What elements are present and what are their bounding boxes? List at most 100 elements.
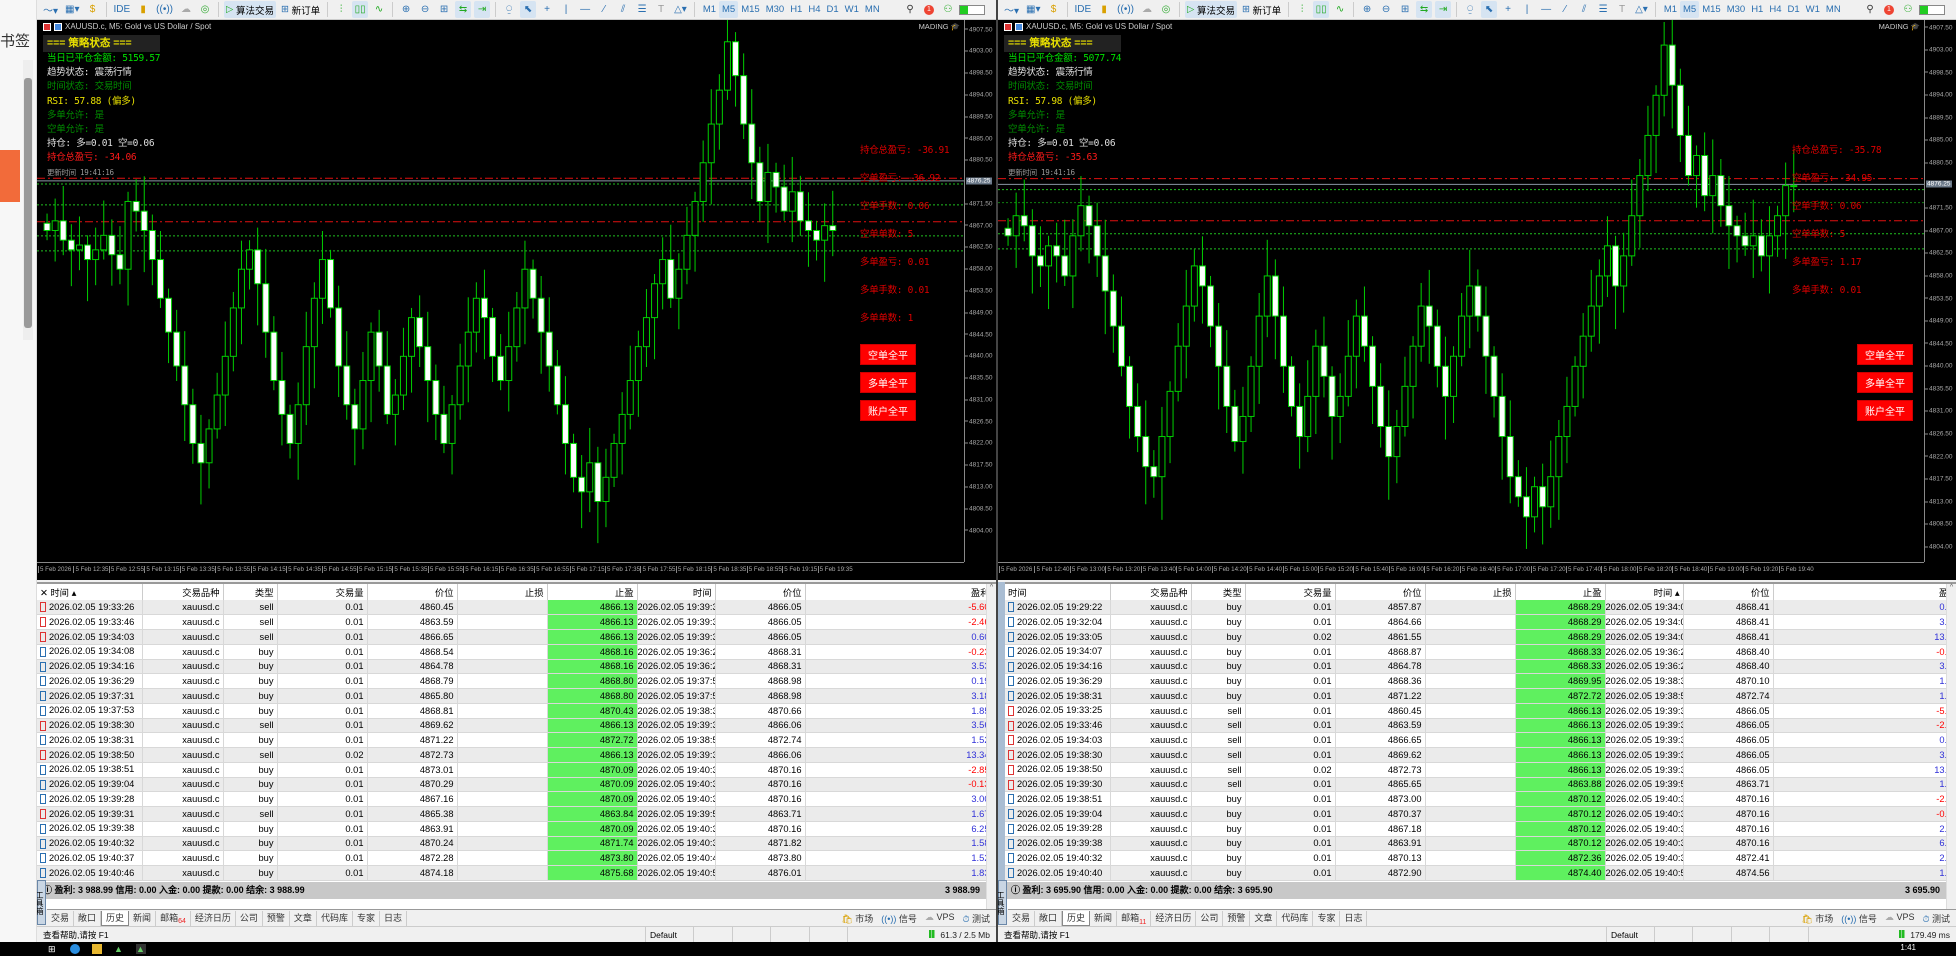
cloud-icon[interactable]: ☁ (178, 1, 194, 18)
tab-1[interactable]: 敞口 (74, 910, 102, 926)
column-header[interactable]: 价位 (1683, 584, 1774, 600)
horizontal-line-icon[interactable]: — (1538, 1, 1554, 18)
line-icon[interactable]: ∿ (371, 1, 387, 18)
vertical-line-icon[interactable]: | (558, 1, 574, 18)
grid-icon[interactable]: ⊞ (436, 1, 452, 18)
metatrader-icon-active[interactable]: ▲ (136, 944, 146, 954)
table-row[interactable]: 2026.02.05 19:39:38 xauusd.c buy 0.01 4863.9… (37, 821, 994, 837)
column-header[interactable]: 类型 (223, 584, 278, 600)
timeframe-h4[interactable]: H4 (1766, 1, 1784, 18)
table-row[interactable]: 2026.02.05 19:37:31 xauusd.c buy 0.01 4865.8… (37, 688, 994, 704)
search-icon[interactable]: ⚲ (1862, 1, 1878, 18)
table-row[interactable]: 2026.02.05 19:34:03 xauusd.c sell 0.01 4866.… (1005, 732, 1956, 748)
autoscroll-icon[interactable]: ⇆ (455, 1, 472, 18)
price-chart[interactable]: XAUUSD.c, M5: Gold vs US Dollar / Spot M… (998, 20, 1956, 580)
timeframe-d1[interactable]: D1 (1785, 1, 1803, 18)
close-all-long-button[interactable]: 多单全平 (1857, 372, 1913, 393)
timeframe-m15[interactable]: M15 (1699, 1, 1723, 18)
table-row[interactable]: 2026.02.05 19:37:53 xauusd.c buy 0.01 4868.8… (37, 703, 994, 719)
table-row[interactable]: 2026.02.05 19:39:38 xauusd.c buy 0.01 4863.9… (1005, 836, 1956, 852)
connection-status[interactable]: 179.49 ms (1899, 927, 1950, 942)
windows-start-icon[interactable]: ⊞ (48, 944, 58, 954)
table-row[interactable]: 2026.02.05 19:38:50 xauusd.c sell 0.02 4872.… (1005, 762, 1956, 778)
line-chart-icon[interactable]: 〜▾ (41, 1, 60, 18)
toolbox-link-0[interactable]: 🛍 市场 (1801, 912, 1833, 925)
column-header[interactable]: 时间 ▴ (1605, 584, 1684, 600)
toolbox-link-0[interactable]: 🛍 市场 (841, 912, 873, 925)
table-scrollbar[interactable]: ^ (1946, 584, 1956, 909)
indicators-icon[interactable]: ⍜ (501, 1, 517, 18)
table-row[interactable]: 2026.02.05 19:38:30 xauusd.c sell 0.01 4869.… (1005, 747, 1956, 763)
ide-button[interactable]: IDE (112, 1, 133, 18)
table-row[interactable]: 2026.02.05 19:39:31 xauusd.c sell 0.01 4865.… (37, 806, 994, 822)
chart-template-icon[interactable]: ▦▾ (63, 1, 81, 18)
search-icon[interactable]: ⚲ (902, 1, 918, 18)
table-row[interactable]: 2026.02.05 19:39:30 xauusd.c sell 0.01 4865.… (1005, 777, 1956, 793)
close-all-short-button[interactable]: 空单全平 (1857, 344, 1913, 365)
vertical-line-icon[interactable]: | (1519, 1, 1535, 18)
zoom-out-icon[interactable]: ⊖ (417, 1, 433, 18)
edge-icon[interactable] (70, 944, 80, 954)
timeframe-h1[interactable]: H1 (1748, 1, 1766, 18)
timeframe-w1[interactable]: W1 (1803, 1, 1823, 18)
timeframe-w1[interactable]: W1 (842, 1, 862, 18)
column-header[interactable]: 交易品种 (142, 584, 224, 600)
zoom-in-icon[interactable]: ⊕ (1359, 1, 1375, 18)
table-row[interactable]: 2026.02.05 19:38:51 xauusd.c buy 0.01 4873.0… (37, 762, 994, 778)
timeframe-h4[interactable]: H4 (805, 1, 823, 18)
table-row[interactable]: 2026.02.05 19:38:30 xauusd.c sell 0.01 4869.… (37, 718, 994, 734)
timeframe-m1[interactable]: M1 (700, 1, 719, 18)
table-row[interactable]: 2026.02.05 19:38:31 xauusd.c buy 0.01 4871.2… (37, 732, 994, 748)
table-row[interactable]: 2026.02.05 19:34:07 xauusd.c buy 0.01 4868.8… (1005, 644, 1956, 660)
toolbox-link-2[interactable]: ☁ VPS (925, 912, 955, 925)
table-row[interactable]: 2026.02.05 19:34:16 xauusd.c buy 0.01 4864.7… (37, 659, 994, 675)
table-row[interactable]: 2026.02.05 19:33:25 xauusd.c sell 0.01 4860.… (1005, 703, 1956, 719)
bar-chart-icon[interactable]: ⫶ (1294, 1, 1310, 18)
tab-7[interactable]: 预警 (263, 910, 290, 926)
dollar-icon[interactable]: $ (85, 1, 101, 18)
tab-11[interactable]: 日志 (380, 910, 407, 926)
tab-5[interactable]: 经济日历 (1151, 910, 1197, 926)
table-row[interactable]: 2026.02.05 19:34:08 xauusd.c buy 0.01 4868.5… (37, 644, 994, 660)
autoscroll-icon[interactable]: ⇆ (1416, 1, 1433, 18)
tab-9[interactable]: 代码库 (1277, 910, 1314, 926)
table-row[interactable]: 2026.02.05 19:29:22 xauusd.c buy 0.01 4857.8… (1005, 600, 1956, 616)
table-row[interactable]: 2026.02.05 19:38:50 xauusd.c sell 0.02 4872.… (37, 747, 994, 763)
column-header[interactable]: 盈利 (805, 584, 994, 600)
tab-6[interactable]: 公司 (236, 910, 263, 926)
clock[interactable]: 1:41 (1900, 943, 1916, 952)
bag-icon[interactable]: ▮ (1096, 1, 1112, 18)
algo-trading-button[interactable]: ▷ 算法交易 (1185, 1, 1237, 18)
toolbox-label[interactable]: 工具箱 (998, 880, 1007, 925)
toolbox-link-3[interactable]: ⏱ 测试 (1922, 912, 1950, 925)
text-icon[interactable]: T (653, 1, 669, 18)
shapes-icon[interactable]: △▾ (1633, 1, 1650, 18)
table-row[interactable]: 2026.02.05 19:34:03 xauusd.c sell 0.01 4866.… (37, 629, 994, 645)
tab-0[interactable]: 交易 (47, 910, 75, 926)
table-row[interactable]: 2026.02.05 19:32:04 xauusd.c buy 0.01 4864.6… (1005, 614, 1956, 630)
tab-8[interactable]: 文章 (290, 910, 317, 926)
community-icon[interactable]: ⚇ (940, 1, 956, 18)
tab-8[interactable]: 文章 (1250, 910, 1278, 926)
line-icon[interactable]: ∿ (1332, 1, 1348, 18)
tab-6[interactable]: 公司 (1196, 910, 1224, 926)
table-row[interactable]: 2026.02.05 19:40:40 xauusd.c buy 0.01 4872.9… (1005, 865, 1956, 881)
tab-4[interactable]: 邮箱64 (156, 910, 191, 926)
column-header[interactable]: 交易量 (1245, 584, 1336, 600)
tab-9[interactable]: 代码库 (317, 910, 353, 926)
tab-10[interactable]: 专家 (1313, 910, 1341, 926)
close-all-long-button[interactable]: 多单全平 (860, 372, 916, 393)
chart-template-icon[interactable]: ▦▾ (1024, 1, 1042, 18)
table-row[interactable]: 2026.02.05 19:36:29 xauusd.c buy 0.01 4868.3… (1005, 673, 1956, 689)
channel-icon[interactable]: ⫽ (1576, 1, 1592, 18)
table-row[interactable]: 2026.02.05 19:38:31 xauusd.c buy 0.01 4871.2… (1005, 688, 1956, 704)
column-header[interactable]: 止盈 (1515, 584, 1606, 600)
tab-7[interactable]: 预警 (1223, 910, 1251, 926)
fibonacci-icon[interactable]: ☰ (634, 1, 650, 18)
sidebar-scrollbar[interactable] (23, 60, 33, 340)
column-header[interactable]: 类型 (1191, 584, 1246, 600)
time-axis[interactable]: 5 Feb 2026 5 Feb 12:35 5 Feb 12:55 5 Feb 13… (37, 562, 964, 580)
table-row[interactable]: 2026.02.05 19:33:26 xauusd.c sell 0.01 4860.… (37, 600, 994, 616)
fingerprint-icon[interactable]: ◎ (197, 1, 213, 18)
bookmark-label[interactable]: 书签 (0, 30, 30, 51)
